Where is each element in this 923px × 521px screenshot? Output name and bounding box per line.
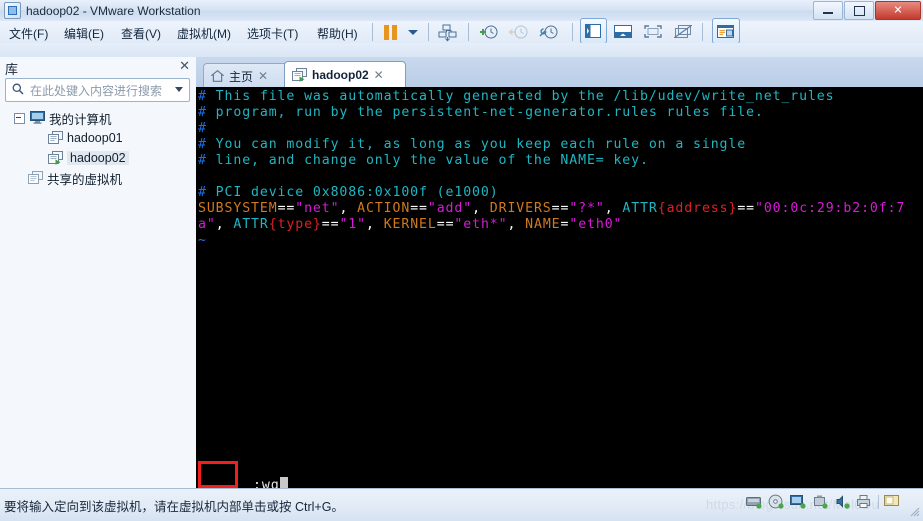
chevron-down-icon[interactable]	[408, 30, 418, 35]
tree-item-hadoop01[interactable]: hadoop01	[0, 128, 196, 148]
tree-label: hadoop02	[67, 151, 129, 165]
sound-card-icon[interactable]	[834, 494, 851, 509]
display-icon[interactable]	[884, 494, 901, 509]
status-bar: 要将输入定向到该虚拟机，请在虚拟机内部单击或按 Ctrl+G。 https://…	[0, 488, 923, 521]
title-bar-left: hadoop02 - VMware Workstation	[4, 2, 201, 19]
device-status-icons	[746, 494, 901, 509]
library-title: 库	[5, 59, 18, 78]
library-tree: 我的计算机 hadoop01 hadoop02	[0, 108, 196, 188]
terminal-line: # You can modify it, as long as you keep…	[198, 137, 905, 153]
terminal-line	[198, 169, 905, 185]
fullscreen-icon[interactable]	[644, 25, 662, 38]
menu-item-view[interactable]: 查看(V)	[118, 24, 164, 43]
tab-strip: 主页 ✕ hadoop02 ✕	[196, 57, 923, 87]
printer-icon[interactable]	[856, 494, 873, 509]
menu-item-help[interactable]: 帮助(H)	[314, 24, 361, 43]
snapshot-manager-icon[interactable]	[438, 24, 460, 42]
vmware-workstation-window: hadoop02 - VMware Workstation ✕ 文件(F) 编辑…	[0, 0, 923, 520]
library-header: 库 ✕	[0, 57, 196, 77]
tree-label: hadoop01	[67, 131, 123, 145]
tab-close-icon[interactable]: ✕	[374, 70, 384, 80]
suspend-button[interactable]	[382, 25, 402, 40]
toolbar-separator	[702, 23, 703, 41]
tree-label: 共享的虚拟机	[47, 169, 122, 188]
terminal-line: # program, run by the persistent-net-gen…	[198, 105, 905, 121]
terminal-line: ~	[198, 233, 905, 249]
unity-mode-icon[interactable]	[674, 25, 692, 38]
library-panel: 库 ✕ 在此处键入内容进行搜索 我的计算机	[0, 57, 197, 488]
snapshot-revert-clock-icon	[508, 24, 530, 42]
close-icon: ✕	[893, 5, 902, 16]
toolbar-separator	[372, 23, 373, 41]
cd-dvd-icon[interactable]	[768, 494, 785, 509]
console-view-icon	[717, 25, 734, 38]
tab-label: 主页	[229, 68, 253, 85]
menu-item-edit[interactable]: 编辑(E)	[61, 24, 107, 43]
menu-bar: 文件(F) 编辑(E) 查看(V) 虚拟机(M) 选项卡(T) 帮助(H)	[0, 21, 923, 43]
shared-vm-icon	[28, 171, 43, 185]
snapshot-add-clock-icon[interactable]	[478, 24, 500, 42]
library-search-box[interactable]: 在此处键入内容进行搜索	[5, 78, 190, 102]
vm-console-screen[interactable]: # This file was automatically generated …	[196, 87, 923, 488]
tree-item-hadoop02[interactable]: hadoop02	[0, 148, 196, 168]
maximize-button[interactable]	[844, 1, 874, 20]
virtual-machine-running-icon	[48, 151, 63, 165]
pause-icon	[384, 25, 389, 40]
menu-item-vm[interactable]: 虚拟机(M)	[174, 24, 234, 43]
toolbar-separator	[468, 23, 469, 41]
network-adapter-icon[interactable]	[790, 494, 807, 509]
menu-item-file[interactable]: 文件(F)	[6, 24, 51, 43]
minimize-button[interactable]	[813, 1, 843, 20]
toolbar-separator	[572, 23, 573, 41]
title-bar: hadoop02 - VMware Workstation ✕	[0, 0, 923, 22]
terminal-line: SUBSYSTEM=="net", ACTION=="add", DRIVERS…	[198, 201, 905, 217]
library-close-icon[interactable]: ✕	[179, 59, 190, 73]
toolbar-separator	[428, 23, 429, 41]
terminal-line: # PCI device 0x8086:0x100f (e1000)	[198, 185, 905, 201]
tab-label: hadoop02	[312, 68, 369, 82]
menu-item-tabs[interactable]: 选项卡(T)	[244, 24, 301, 43]
tree-item-shared-vms[interactable]: 共享的虚拟机	[0, 168, 196, 188]
snapshot-settings-clock-icon[interactable]	[538, 24, 560, 42]
usb-controller-icon[interactable]	[812, 494, 829, 509]
status-message: 要将输入定向到该虚拟机，请在虚拟机内部单击或按 Ctrl+G。	[4, 496, 344, 515]
tab-home[interactable]: 主页 ✕	[203, 63, 291, 88]
text-cursor	[280, 477, 288, 488]
tab-hadoop02[interactable]: hadoop02 ✕	[284, 61, 406, 88]
search-input[interactable]: 在此处键入内容进行搜索	[30, 82, 162, 99]
thumbnail-bar-icon[interactable]	[614, 25, 632, 38]
window-controls: ✕	[813, 1, 921, 20]
virtual-machine-icon	[48, 131, 63, 145]
expander-icon[interactable]	[14, 113, 25, 124]
resize-grip-icon[interactable]	[908, 505, 920, 517]
search-icon	[12, 83, 24, 95]
my-computer-icon	[30, 111, 45, 124]
window-title: hadoop02 - VMware Workstation	[26, 4, 201, 18]
close-button[interactable]: ✕	[875, 1, 921, 20]
tree-item-my-computer[interactable]: 我的计算机	[0, 108, 196, 128]
terminal-line: # This file was automatically generated …	[198, 89, 905, 105]
library-panel-icon	[585, 24, 601, 38]
terminal-line: #	[198, 121, 905, 137]
vim-command-text: :wq	[253, 478, 280, 488]
terminal-text: # This file was automatically generated …	[198, 89, 905, 249]
status-separator	[878, 495, 879, 509]
terminal-line: a", ATTR{type}=="1", KERNEL=="eth*", NAM…	[198, 217, 905, 233]
tab-close-icon[interactable]: ✕	[258, 71, 268, 81]
virtual-machine-running-icon	[292, 68, 307, 82]
red-highlight-box	[198, 461, 238, 488]
vmware-icon	[4, 2, 21, 19]
tree-label: 我的计算机	[49, 109, 112, 128]
hard-disk-icon[interactable]	[746, 494, 763, 509]
home-icon	[211, 70, 224, 82]
chevron-down-icon[interactable]	[175, 87, 183, 92]
terminal-line: # line, and change only the value of the…	[198, 153, 905, 169]
